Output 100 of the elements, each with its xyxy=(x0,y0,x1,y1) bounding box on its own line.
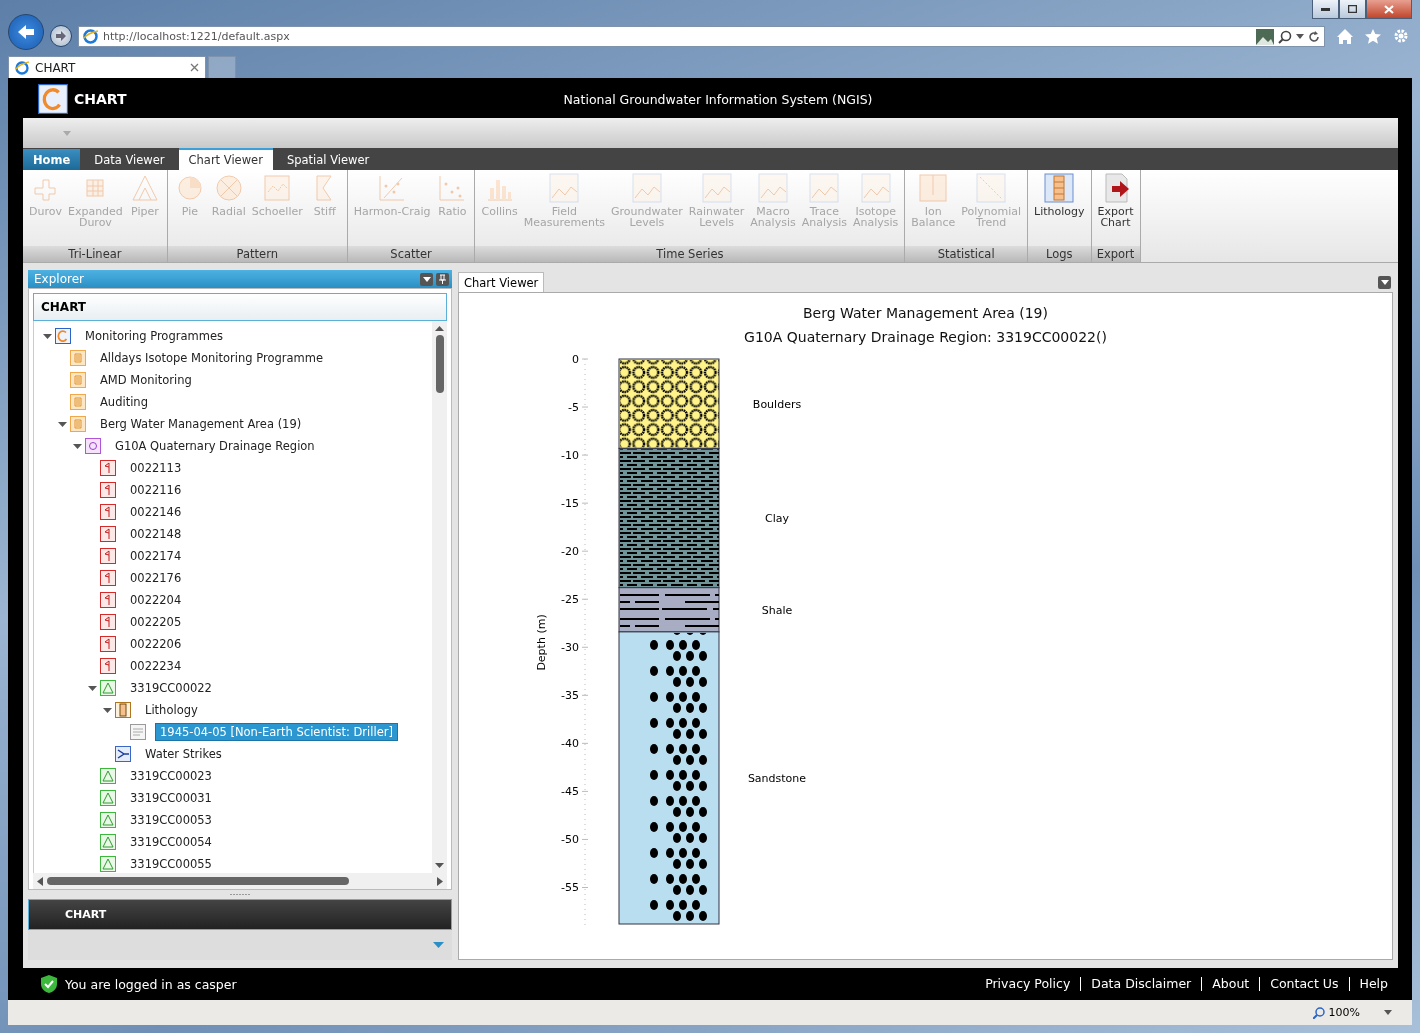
browser-tab[interactable]: CHART xyxy=(8,56,206,78)
tree-item[interactable]: 0022205 xyxy=(125,613,187,631)
scroll-thumb[interactable] xyxy=(435,335,444,393)
tree-item[interactable]: 3319CC00053 xyxy=(125,811,217,829)
section-bar[interactable]: CHART xyxy=(28,899,452,930)
tab[interactable]: Data Viewer xyxy=(84,149,175,170)
group-label: Export xyxy=(1091,246,1140,262)
axis-tick: 0 xyxy=(572,353,589,366)
collapse-icon[interactable] xyxy=(73,441,82,451)
grip-icon[interactable] xyxy=(230,893,250,896)
tree-item[interactable]: 3319CC00022 xyxy=(125,679,217,697)
back-button[interactable] xyxy=(8,14,44,50)
tree-item[interactable]: 0022206 xyxy=(125,635,187,653)
tree-item[interactable]: AMD Monitoring xyxy=(95,371,197,389)
section-header: CHART xyxy=(33,293,447,321)
line-chart-icon xyxy=(859,172,892,204)
tree-item[interactable]: 3319CC00023 xyxy=(125,767,217,785)
flag-icon xyxy=(100,636,116,652)
document-icon xyxy=(70,372,86,388)
collapse-icon[interactable] xyxy=(43,331,52,341)
layer-label: Boulders xyxy=(752,397,802,411)
tree-item[interactable]: 3319CC00055 xyxy=(125,855,217,873)
arrow-left-icon[interactable] xyxy=(37,876,43,886)
forward-button[interactable] xyxy=(50,25,72,47)
line-chart-icon xyxy=(630,172,663,204)
pin-icon xyxy=(439,274,446,284)
scrollbar[interactable] xyxy=(432,321,447,873)
axis-tick: -40 xyxy=(561,737,589,751)
document-tab[interactable]: Chart Viewer xyxy=(458,272,545,292)
axis-tick: -55 xyxy=(561,881,589,895)
footer-link[interactable]: Contact Us xyxy=(1259,977,1349,991)
tab[interactable]: Chart Viewer xyxy=(178,148,273,170)
tree-item[interactable]: Berg Water Management Area (19) xyxy=(95,415,307,433)
tree-item[interactable]: Alldays Isotope Monitoring Programme xyxy=(95,349,328,367)
zoom-level[interactable]: 100% xyxy=(1328,1006,1360,1019)
axis-tick: -35 xyxy=(561,689,589,703)
y-tick-label: -25 xyxy=(561,593,579,607)
y-tick-label: 0 xyxy=(572,353,579,366)
tree-item[interactable]: 0022116 xyxy=(125,481,187,499)
pin-button[interactable] xyxy=(436,272,449,286)
scrollbar[interactable] xyxy=(33,873,447,889)
tree-item[interactable]: 0022176 xyxy=(125,569,187,587)
tree-item[interactable]: Auditing xyxy=(95,393,153,411)
tab[interactable]: Spatial Viewer xyxy=(276,149,380,170)
ribbon-button[interactable]: Lithology xyxy=(1032,172,1087,217)
flag-icon xyxy=(100,592,116,608)
login-text: You are logged in as casper xyxy=(65,976,237,992)
tree-item[interactable]: 0022174 xyxy=(125,547,187,565)
tree-item[interactable]: 0022113 xyxy=(125,459,187,477)
axis-tick: -20 xyxy=(561,545,589,559)
y-tick-label: -5 xyxy=(568,401,579,415)
tree-item[interactable]: 0022204 xyxy=(125,591,187,609)
arrow-right-icon[interactable] xyxy=(437,876,443,886)
star-icon[interactable] xyxy=(1365,29,1381,44)
tree-item[interactable]: 0022146 xyxy=(125,503,187,521)
zoom-icon xyxy=(1312,1006,1325,1019)
collapse-icon[interactable] xyxy=(88,683,97,693)
footer-link[interactable]: Data Disclaimer xyxy=(1080,977,1202,991)
tree-item[interactable]: 0022148 xyxy=(125,525,187,543)
tree-item[interactable]: 3319CC00031 xyxy=(125,789,217,807)
line-chart-icon xyxy=(548,172,581,204)
footer-link[interactable]: Privacy Policy xyxy=(975,977,1081,991)
arrow-right-icon xyxy=(55,31,67,41)
tree-item[interactable]: 3319CC00054 xyxy=(125,833,217,851)
collapse-icon[interactable] xyxy=(103,705,112,715)
dropdown-button[interactable] xyxy=(1378,276,1391,289)
collapse-icon[interactable] xyxy=(58,419,67,429)
maximize-button[interactable] xyxy=(1339,0,1366,19)
caret-icon[interactable] xyxy=(433,942,444,948)
address-bar[interactable]: http://localhost:1221/default.aspx xyxy=(78,26,1325,47)
maximize-icon xyxy=(1348,5,1357,13)
footer-link[interactable]: Help xyxy=(1348,977,1398,991)
minimize-icon xyxy=(1321,7,1330,11)
globe-icon xyxy=(15,60,29,75)
tree-item[interactable]: Monitoring Programmes xyxy=(80,327,228,345)
line-chart-icon xyxy=(700,172,733,204)
tree-item[interactable]: Lithology xyxy=(140,701,203,719)
footer-link[interactable]: About xyxy=(1201,977,1260,991)
tree-item[interactable]: Water Strikes xyxy=(140,745,227,763)
column-icon xyxy=(115,702,131,718)
y-tick-label: -20 xyxy=(561,545,579,559)
document-icon xyxy=(130,724,146,740)
flag-icon xyxy=(100,504,116,520)
tree-item[interactable]: 0022234 xyxy=(125,657,187,675)
y-tick-label: -50 xyxy=(561,833,579,847)
logo-icon xyxy=(38,84,68,114)
dropdown-button[interactable] xyxy=(420,272,433,286)
caret-icon xyxy=(1384,1010,1392,1015)
flag-icon xyxy=(100,658,116,674)
close-button[interactable] xyxy=(1366,0,1412,19)
chart-title: Berg Water Management Area (19) xyxy=(802,305,1049,321)
axis-title: Depth (m) xyxy=(535,614,548,671)
minimize-button[interactable] xyxy=(1312,0,1339,19)
tab[interactable]: Home xyxy=(23,149,81,170)
tree-item[interactable]: G10A Quaternary Drainage Region xyxy=(110,437,320,455)
y-tick-label: -40 xyxy=(561,737,579,751)
chart-subtitle: G10A Quaternary Drainage Region: 3319CC00022() xyxy=(743,329,1108,345)
scroll-thumb[interactable] xyxy=(47,877,349,885)
close-icon[interactable] xyxy=(190,63,199,72)
ribbon-button[interactable]: Export Chart xyxy=(1095,172,1136,228)
